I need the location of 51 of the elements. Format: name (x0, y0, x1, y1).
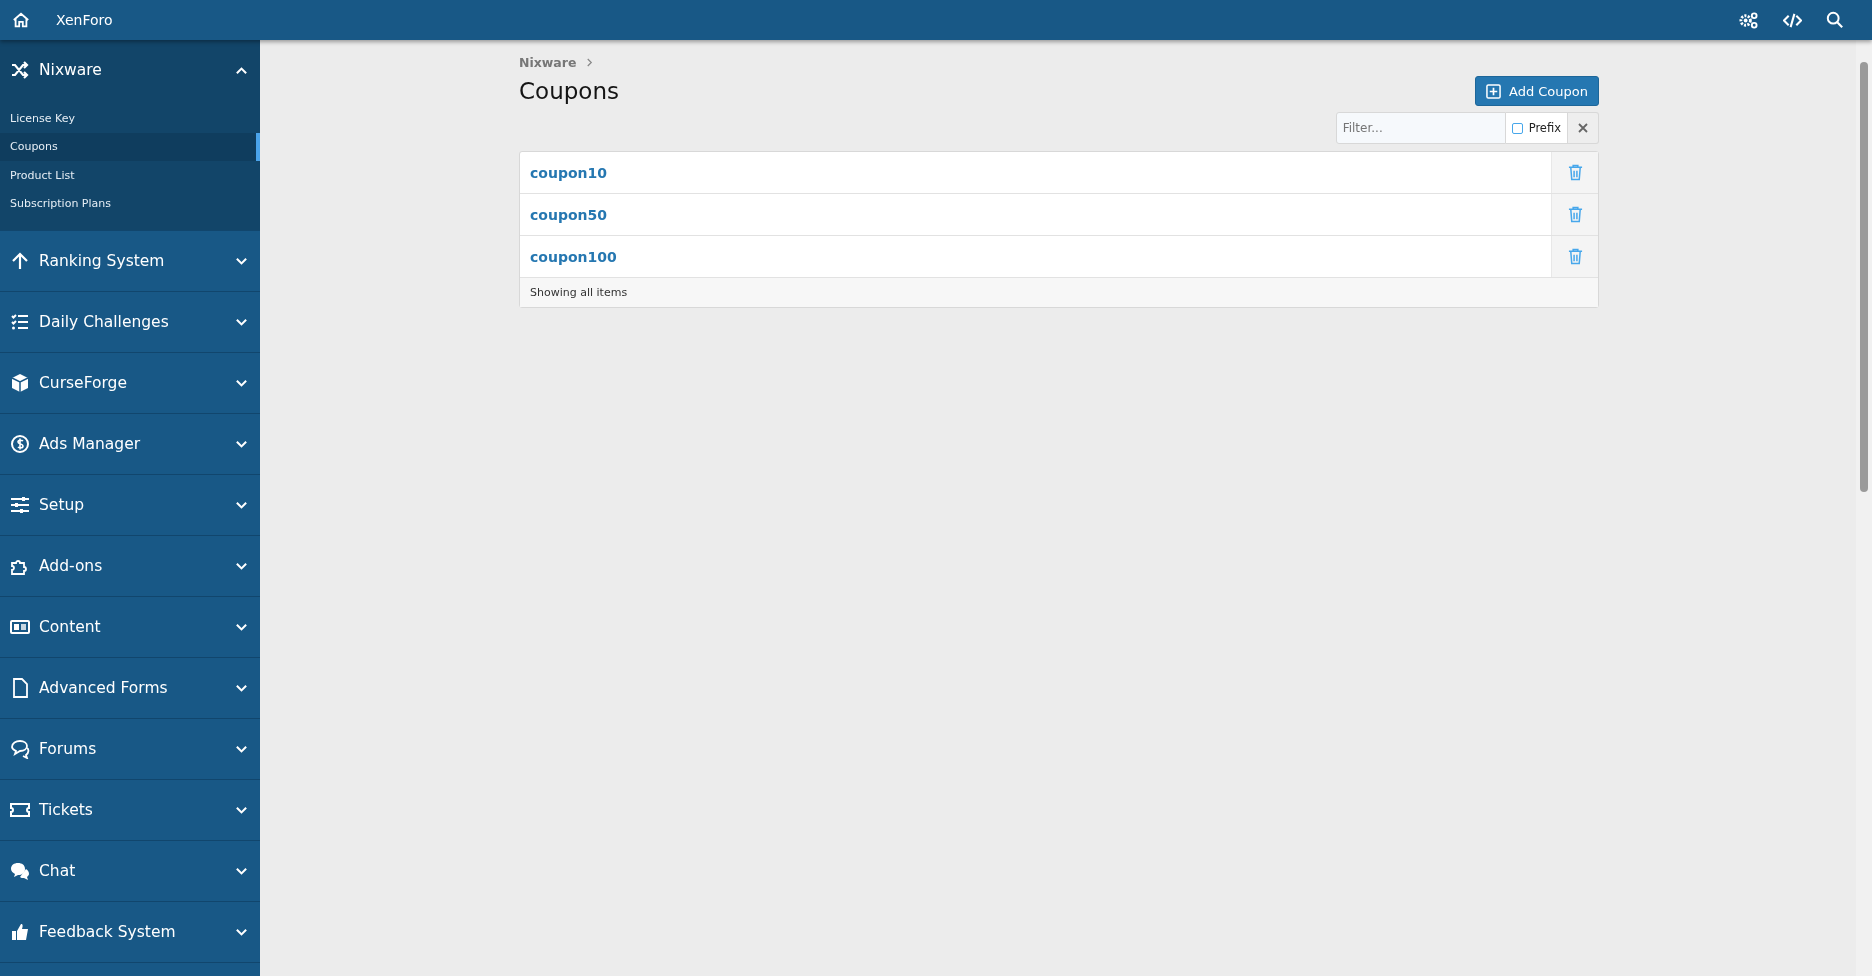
checkbox-square[interactable] (1511, 122, 1523, 134)
sidebar-section[interactable]: Add-ons (0, 536, 260, 596)
coupon-link[interactable]: coupon10 (520, 152, 1551, 193)
trash-icon (1567, 164, 1583, 181)
sidebar-link[interactable]: License Key (0, 104, 260, 133)
home-icon[interactable] (12, 11, 30, 29)
sidebar-section[interactable]: CurseForge (0, 353, 260, 413)
prefix-checkbox[interactable]: Prefix (1505, 112, 1568, 144)
close-icon (1578, 123, 1588, 133)
shuffle-icon (10, 60, 30, 80)
sidebar-section[interactable]: Feedback System (0, 902, 260, 962)
sidebar-section[interactable]: Nixware (0, 40, 260, 100)
checklist-icon (10, 312, 30, 332)
list-footer: Showing all items (520, 278, 1598, 307)
sidebar-section[interactable]: Chat (0, 841, 260, 901)
thumbs-up-icon (10, 922, 30, 942)
clear-filter-button[interactable] (1568, 112, 1599, 144)
filter-field[interactable]: Filter... (1335, 112, 1506, 144)
sidebar-section[interactable]: Content (0, 597, 260, 657)
document-icon (10, 678, 30, 698)
scrollbar[interactable] (1856, 40, 1872, 976)
gears-icon[interactable] (1738, 10, 1759, 30)
chat-icon (10, 861, 30, 881)
breadcrumb-link[interactable]: Nixware (519, 54, 577, 70)
cube-icon (10, 373, 30, 393)
trash-icon (1567, 248, 1583, 265)
sidebar-section[interactable]: Tickets (0, 780, 260, 840)
sidebar-section[interactable]: Advanced Forms (0, 658, 260, 718)
sidebar-link[interactable]: Coupons (0, 132, 260, 161)
search-icon[interactable] (1826, 11, 1844, 29)
trash-icon (1567, 206, 1583, 223)
sidebar-link[interactable]: Product List (0, 161, 260, 190)
newspaper-icon (10, 617, 30, 637)
sidebar-section[interactable]: Ads Manager (0, 414, 260, 474)
coupon-link[interactable]: coupon50 (520, 194, 1551, 235)
sidebar-link[interactable]: Subscription Plans (0, 189, 260, 218)
add-coupon-button[interactable]: Add Coupon (1475, 76, 1599, 106)
chat-bubbles-icon (10, 739, 30, 759)
sidebar-section[interactable]: Ranking System (0, 231, 260, 291)
plus-square-icon (1486, 83, 1501, 99)
dollar-icon (10, 434, 30, 454)
page-title: Coupons (519, 78, 619, 104)
sidebar-section[interactable]: Setup (0, 475, 260, 535)
sidebar-section[interactable]: Forums (0, 719, 260, 779)
sidebar-section[interactable]: Daily Challenges (0, 292, 260, 352)
sliders-icon (10, 495, 30, 515)
arrow-up-icon (10, 251, 30, 271)
site-title[interactable]: XenForo (56, 12, 113, 28)
ticket-icon (10, 800, 30, 820)
chevron-right-icon (586, 57, 594, 67)
coupon-link[interactable]: coupon100 (520, 236, 1551, 277)
